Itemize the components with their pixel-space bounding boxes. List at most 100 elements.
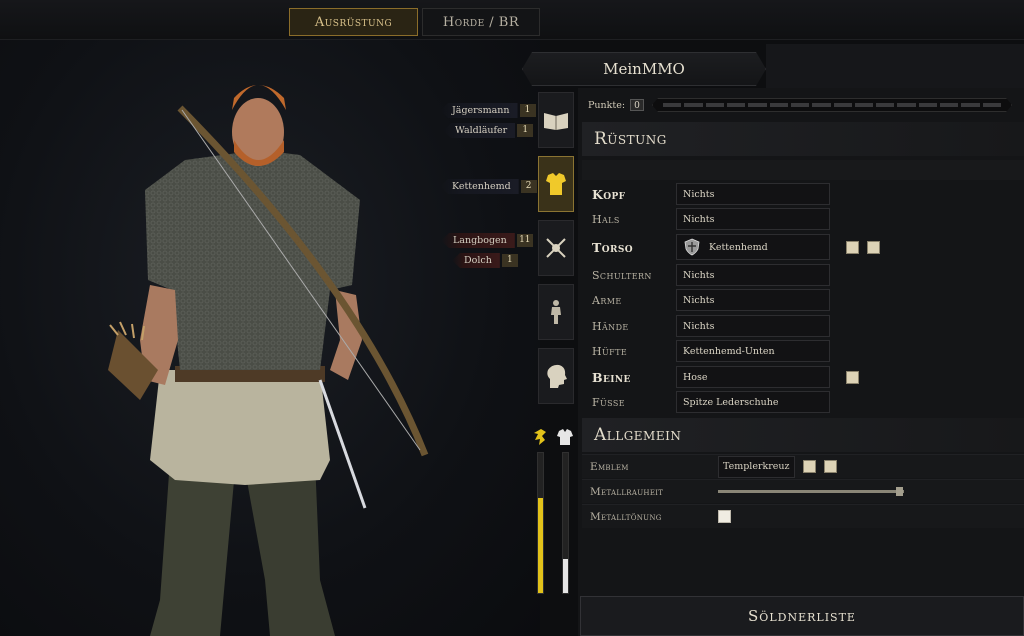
slot-label: Arme bbox=[592, 293, 622, 307]
slot-value[interactable]: Kettenhemd-Unten bbox=[676, 340, 830, 362]
emblem-row: Emblem Templerkreuz bbox=[582, 454, 1024, 478]
head-icon bbox=[547, 364, 567, 388]
perk-waldlaeufer[interactable]: Waldläufer 1 bbox=[443, 122, 537, 139]
perk-langbogen[interactable]: Langbogen 11 bbox=[441, 232, 537, 249]
armor-section-spacer bbox=[582, 160, 1024, 180]
points-row: Punkte: 0 bbox=[578, 94, 1024, 116]
slot-value[interactable]: Spitze Lederschuhe bbox=[676, 391, 830, 413]
slot-value-text: Nichts bbox=[683, 213, 715, 225]
header-extension bbox=[766, 44, 1024, 92]
mercenary-list-label: Söldnerliste bbox=[748, 607, 856, 625]
color-swatch[interactable] bbox=[846, 240, 859, 254]
category-body[interactable] bbox=[538, 284, 574, 340]
perk-level: 1 bbox=[501, 254, 518, 267]
tab-horde-br-label: Horde / BR bbox=[442, 14, 520, 30]
slot-hals: Hals Nichts bbox=[582, 207, 1024, 231]
slot-value-text: Nichts bbox=[683, 269, 715, 281]
category-armor[interactable] bbox=[538, 156, 574, 212]
speed-meter-fill bbox=[538, 497, 543, 593]
slot-value[interactable]: Hose bbox=[676, 366, 830, 388]
category-head[interactable] bbox=[538, 348, 574, 404]
slot-value-text: Nichts bbox=[683, 294, 715, 306]
points-label: Punkte: bbox=[588, 99, 626, 111]
slot-value[interactable]: Kettenhemd bbox=[676, 234, 830, 260]
emblem-value[interactable]: Templerkreuz bbox=[718, 455, 795, 478]
perk-dolch[interactable]: Dolch 1 bbox=[452, 252, 522, 269]
points-slot bbox=[791, 103, 809, 107]
book-icon bbox=[544, 113, 568, 130]
category-book[interactable] bbox=[538, 92, 574, 148]
slot-value-text: Nichts bbox=[683, 320, 715, 332]
armor-meter-fill bbox=[563, 559, 568, 593]
perk-kettenhemd[interactable]: Kettenhemd 2 bbox=[440, 178, 540, 195]
points-slot bbox=[727, 103, 745, 107]
points-slot bbox=[748, 103, 766, 107]
top-bar: Ausrüstung Horde / BR bbox=[0, 0, 1024, 40]
slot-fuesse: Füsse Spitze Lederschuhe bbox=[582, 390, 1024, 414]
color-swatch[interactable] bbox=[867, 240, 880, 254]
perk-level: 1 bbox=[519, 104, 536, 117]
emblem-color-swatch[interactable] bbox=[802, 460, 816, 473]
slot-haende: Hände Nichts bbox=[582, 314, 1024, 338]
slot-label: Schultern bbox=[592, 268, 652, 282]
character-name[interactable]: MeinMMO bbox=[522, 52, 766, 86]
slot-schultern: Schultern Nichts bbox=[582, 263, 1024, 287]
slot-label: Hals bbox=[592, 212, 620, 226]
slot-arme: Arme Nichts bbox=[582, 288, 1024, 312]
category-weapons[interactable] bbox=[538, 220, 574, 276]
perk-label: Jägersmann bbox=[440, 103, 518, 118]
perk-level: 1 bbox=[517, 124, 534, 137]
slot-huefte: Hüfte Kettenhemd-Unten bbox=[582, 339, 1024, 363]
roughness-slider[interactable] bbox=[718, 487, 904, 496]
color-swatch[interactable] bbox=[846, 370, 859, 384]
points-slot bbox=[770, 103, 788, 107]
points-value: 0 bbox=[630, 99, 645, 111]
tint-label: Metalltönung bbox=[590, 510, 662, 523]
emblem-label: Emblem bbox=[590, 460, 629, 473]
points-slot bbox=[812, 103, 830, 107]
tab-horde-br[interactable]: Horde / BR bbox=[422, 8, 540, 36]
slot-value[interactable]: Nichts bbox=[676, 183, 830, 205]
perk-label: Kettenhemd bbox=[440, 179, 519, 194]
perk-label: Dolch bbox=[452, 253, 500, 268]
tab-ausruestung-label: Ausrüstung bbox=[314, 14, 393, 30]
slot-torso: Torso Kettenhemd bbox=[582, 233, 1024, 261]
slot-value-text: Nichts bbox=[683, 188, 715, 200]
slot-beine: Beine Hose bbox=[582, 365, 1024, 389]
points-track bbox=[652, 98, 1012, 112]
slot-label: Kopf bbox=[592, 186, 626, 202]
points-slot bbox=[919, 103, 937, 107]
perk-jaegersmann[interactable]: Jägersmann 1 bbox=[440, 102, 540, 119]
armor-meter-icon bbox=[556, 428, 574, 446]
tab-ausruestung[interactable]: Ausrüstung bbox=[289, 8, 418, 36]
slot-value-text: Hose bbox=[683, 371, 708, 383]
slider-handle[interactable] bbox=[896, 487, 904, 496]
character-preview[interactable]: Jägersmann 1 Waldläufer 1 Kettenhemd 2 L… bbox=[0, 40, 540, 636]
points-slot bbox=[876, 103, 894, 107]
perk-label: Waldläufer bbox=[443, 123, 516, 138]
general-section-title: Allgemein bbox=[582, 418, 1024, 452]
slot-value[interactable]: Nichts bbox=[676, 264, 830, 286]
perk-level: 11 bbox=[516, 234, 533, 247]
slot-value[interactable]: Nichts bbox=[676, 208, 830, 230]
armor-section-title: Rüstung bbox=[582, 122, 1024, 156]
slot-label: Torso bbox=[592, 239, 633, 255]
roughness-row: Metallrauheit bbox=[582, 479, 1024, 503]
character-name-label: MeinMMO bbox=[603, 60, 685, 78]
points-slot bbox=[706, 103, 724, 107]
slot-label: Füsse bbox=[592, 395, 626, 409]
shield-crest-icon bbox=[684, 238, 700, 256]
mercenary-list-button[interactable]: Söldnerliste bbox=[580, 596, 1024, 636]
slot-value-text: Kettenhemd-Unten bbox=[683, 345, 775, 357]
emblem-color-swatch[interactable] bbox=[823, 460, 837, 473]
armor-icon bbox=[546, 173, 566, 195]
tint-color-swatch[interactable] bbox=[718, 510, 731, 523]
perk-label: Langbogen bbox=[441, 233, 515, 248]
perk-level: 2 bbox=[520, 180, 537, 193]
figure-icon bbox=[551, 300, 561, 324]
slot-value[interactable]: Nichts bbox=[676, 289, 830, 311]
slot-label: Hüfte bbox=[592, 344, 628, 358]
emblem-value-text: Templerkreuz bbox=[723, 461, 790, 472]
slot-value[interactable]: Nichts bbox=[676, 315, 830, 337]
slot-value-text: Kettenhemd bbox=[709, 241, 768, 253]
